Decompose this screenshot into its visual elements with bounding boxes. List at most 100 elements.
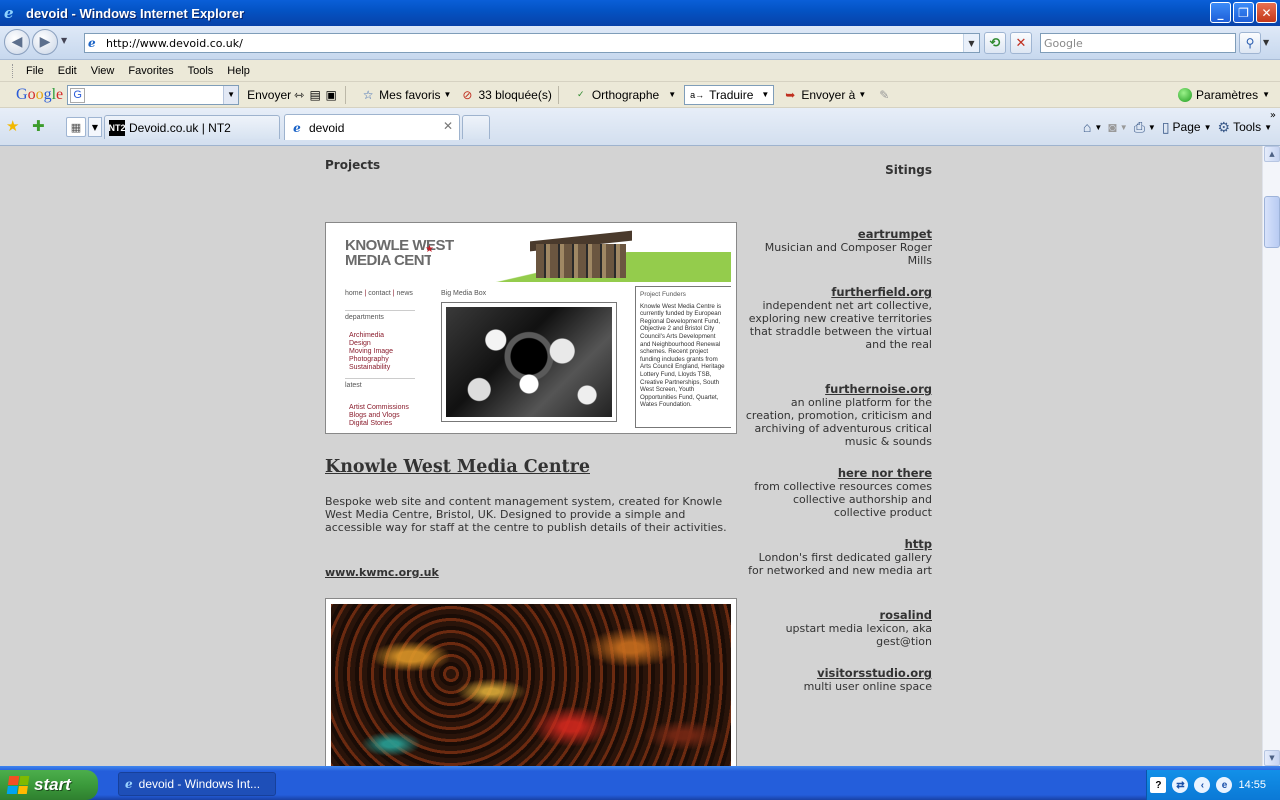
stop-icon: ✕ — [1015, 35, 1027, 51]
back-button[interactable]: ◀ — [4, 29, 30, 55]
menu-tools[interactable]: Tools — [181, 65, 221, 77]
project-url-link[interactable]: www.kwmc.org.uk — [325, 566, 439, 579]
home-button[interactable]: ⌂ ▼ — [1083, 119, 1102, 135]
siting-item: here nor there from collective resources… — [745, 466, 932, 519]
refresh-icon: ⟲ — [989, 35, 1001, 51]
refresh-button[interactable]: ⟲ — [984, 32, 1006, 54]
new-tab-button[interactable] — [462, 115, 490, 139]
search-options-dropdown[interactable]: ▼ — [1263, 38, 1269, 47]
highlight-icon[interactable]: ⇿ — [291, 87, 307, 103]
add-favorite-icon[interactable]: ✚ — [32, 117, 45, 135]
kwmc-big-media-box-label: Big Media Box — [441, 290, 487, 297]
address-toolbar: ◀ ▶ ▼ e http://www.devoid.co.uk/ ▼ ⟲ ✕ G… — [0, 26, 1280, 60]
chevron-down-icon: ▼ — [761, 90, 770, 99]
project-screenshot[interactable]: KNOWLE WEST MEDIA CENTRE ★ home | contact… — [325, 222, 737, 434]
siting-description: independent net art collective, explorin… — [748, 299, 932, 351]
page-icon: ▯ — [1161, 118, 1170, 135]
siting-link-http[interactable]: http — [745, 537, 932, 551]
google-search-dropdown[interactable]: ▼ — [223, 85, 239, 104]
quick-tabs-button[interactable]: ▦ — [66, 117, 86, 137]
back-arrow-icon[interactable]: ‹ — [1194, 777, 1211, 793]
toolbar-separator — [557, 85, 559, 104]
tab-label: Devoid.co.uk | NT2 — [129, 120, 231, 135]
scroll-up-button[interactable]: ▲ — [1264, 146, 1280, 162]
title-bar: e devoid - Windows Internet Explorer _ ❐… — [0, 0, 1280, 26]
siting-item: http London's first dedicated gallery fo… — [745, 537, 932, 577]
maximize-button[interactable]: ❐ — [1233, 2, 1254, 23]
siting-item: furtherfield.org independent net art col… — [745, 285, 932, 351]
siting-link-furthernoise[interactable]: furthernoise.org — [745, 382, 932, 396]
translate-button[interactable]: a→ Traduire ▼ — [684, 84, 775, 105]
vertical-scrollbar[interactable]: ▲ ▼ — [1262, 146, 1280, 766]
home-icon: ⌂ — [1082, 119, 1092, 135]
siting-link-here-nor-there[interactable]: here nor there — [745, 466, 932, 480]
menu-edit[interactable]: Edit — [51, 65, 84, 77]
siting-item: visitorsstudio.org multi user online spa… — [745, 666, 932, 693]
scroll-down-button[interactable]: ▼ — [1264, 750, 1280, 766]
toolbar-overflow-icon[interactable]: » — [1270, 110, 1276, 121]
settings-button[interactable]: Paramètres ▼ — [1178, 87, 1270, 102]
building-graphic — [530, 230, 632, 278]
bookmark-icon[interactable]: ▣ — [323, 87, 339, 103]
favorites-center-icon[interactable]: ★ — [6, 117, 19, 135]
arrow-right-icon: ▶ — [39, 34, 51, 50]
network-icon[interactable]: ⇄ — [1172, 777, 1189, 793]
nt2-favicon: NT2 — [109, 119, 126, 136]
tools-menu-button[interactable]: ⚙ Tools ▼ — [1218, 119, 1273, 136]
favorites-button[interactable]: ☆ Mes favoris ▼ — [360, 87, 452, 103]
page-menu-button[interactable]: ▯ Page ▼ — [1162, 119, 1212, 136]
menu-favorites[interactable]: Favorites — [121, 65, 180, 77]
feeds-button[interactable]: ◙ ▼ — [1108, 119, 1127, 135]
start-button[interactable]: start — [0, 770, 98, 800]
siting-link-rosalind[interactable]: rosalind — [745, 608, 932, 622]
forward-button[interactable]: ▶ — [32, 29, 58, 55]
toolbar-grip[interactable] — [12, 63, 15, 78]
tab-devoid[interactable]: e devoid ✕ — [284, 114, 460, 140]
address-dropdown-button[interactable]: ▼ — [963, 34, 979, 52]
tab-list-dropdown[interactable]: ▼ — [88, 117, 102, 137]
popup-blocker-button[interactable]: ⊘ 33 bloquée(s) — [459, 87, 551, 103]
search-button[interactable]: ⚲ — [1239, 32, 1261, 54]
siting-description: Musician and Composer Roger Mills — [764, 241, 932, 267]
search-input[interactable]: Google — [1040, 33, 1236, 53]
ie-tray-icon[interactable]: e — [1216, 777, 1233, 793]
menu-help[interactable]: Help — [220, 65, 257, 77]
siting-link-eartrumpet[interactable]: eartrumpet — [745, 227, 932, 241]
project-screenshot-2[interactable] — [325, 598, 737, 766]
taskbar: start e devoid - Windows Int... ? ⇄ ‹ e … — [0, 766, 1280, 800]
rss-icon: ◙ — [1108, 119, 1117, 135]
project-description: Bespoke web site and content management … — [325, 495, 727, 534]
help-icon[interactable]: ? — [1150, 777, 1167, 793]
print-button[interactable]: ⎙ ▼ — [1134, 119, 1156, 136]
spellcheck-button[interactable]: ✓ Orthographe ▼ — [573, 87, 676, 103]
popup-blocked-icon: ⊘ — [462, 87, 473, 102]
stop-button[interactable]: ✕ — [1010, 32, 1032, 54]
send-to-button[interactable]: ➥ Envoyer à ▼ — [782, 87, 866, 103]
pencil-icon[interactable]: ✎ — [876, 87, 892, 103]
close-tab-icon[interactable]: ✕ — [443, 119, 453, 133]
recent-pages-dropdown[interactable]: ▼ — [61, 36, 67, 45]
close-button[interactable]: ✕ — [1256, 2, 1277, 23]
google-toolbar: Google G ▼ Envoyer ⇿ ▤ ▣ ☆ Mes favoris ▼ ⊘… — [0, 82, 1280, 108]
menu-file[interactable]: File — [19, 65, 51, 77]
news-icon[interactable]: ▤ — [307, 87, 323, 103]
tab-devoid-nt2[interactable]: NT2 Devoid.co.uk | NT2 — [104, 115, 280, 139]
chevron-down-icon: ▼ — [1094, 122, 1103, 132]
siting-item: eartrumpet Musician and Composer Roger M… — [745, 227, 932, 267]
menu-view[interactable]: View — [84, 65, 122, 77]
project-title-link[interactable]: Knowle West Media Centre — [325, 457, 590, 477]
kwmc-website-image: KNOWLE WEST MEDIA CENTRE ★ home | contact… — [331, 228, 731, 428]
siting-link-furtherfield[interactable]: furtherfield.org — [745, 285, 932, 299]
scroll-thumb[interactable] — [1264, 196, 1280, 248]
grid-icon: ▦ — [70, 120, 82, 134]
address-bar[interactable]: e http://www.devoid.co.uk/ ▼ — [84, 33, 980, 53]
siting-item: furthernoise.org an online platform for … — [745, 382, 932, 448]
taskbar-item-ie[interactable]: e devoid - Windows Int... — [118, 772, 276, 796]
tab-label: devoid — [309, 120, 345, 135]
address-input[interactable]: http://www.devoid.co.uk/ — [106, 37, 243, 50]
minimize-button[interactable]: _ — [1210, 2, 1231, 23]
google-send-button[interactable]: Envoyer — [247, 88, 291, 102]
siting-link-visitorsstudio[interactable]: visitorsstudio.org — [745, 666, 932, 680]
google-search-input[interactable]: G ▼ — [67, 84, 240, 105]
google-logo[interactable]: Google — [16, 86, 63, 104]
